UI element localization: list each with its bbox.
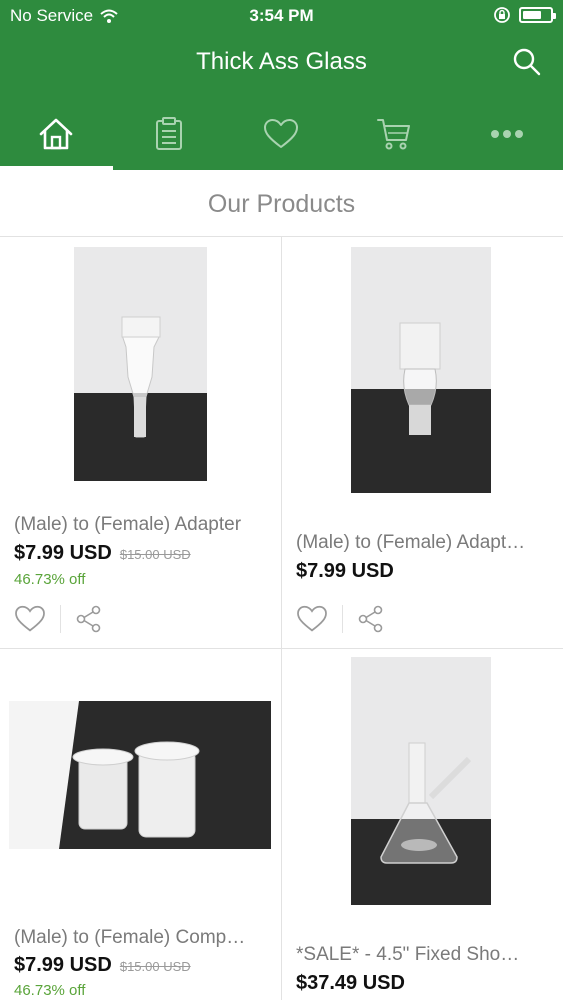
price-row: $7.99 USD $15.00 USD	[14, 542, 191, 565]
product-card[interactable]: (Male) to (Female) Adapter $7.99 USD $15…	[0, 237, 281, 648]
tab-more[interactable]	[450, 98, 563, 170]
original-price: $15.00 USD	[119, 959, 191, 974]
product-name[interactable]: *SALE* - 4.5" Fixed Sho…	[296, 944, 551, 966]
tab-home[interactable]	[0, 98, 113, 170]
product-actions	[14, 605, 103, 633]
product-card[interactable]: (Male) to (Female) Comp… $7.99 USD $15.0…	[0, 649, 281, 1000]
product-price: $7.99 USD	[14, 542, 112, 564]
original-price: $15.00 USD	[119, 547, 191, 562]
product-actions	[296, 605, 385, 633]
tab-favorites[interactable]	[225, 98, 338, 170]
search-button[interactable]	[511, 46, 543, 78]
search-icon	[513, 48, 541, 76]
product-image[interactable]	[351, 247, 491, 493]
discount-label: 46.73% off	[14, 982, 86, 999]
favorite-button[interactable]	[14, 605, 46, 633]
product-name[interactable]: (Male) to (Female) Adapter	[14, 514, 269, 536]
app-title: Thick Ass Glass	[196, 48, 367, 75]
action-separator	[60, 605, 61, 633]
share-button[interactable]	[75, 605, 103, 633]
top-bar: No Service 3:54 PM Thick Ass Glass	[0, 0, 563, 170]
tab-cart[interactable]	[338, 98, 451, 170]
discount-label: 46.73% off	[14, 571, 86, 588]
tab-bar	[0, 98, 563, 170]
heart-icon	[264, 119, 299, 148]
favorite-button[interactable]	[296, 605, 328, 633]
product-name[interactable]: (Male) to (Female) Comp…	[14, 927, 269, 949]
product-price: $7.99 USD	[296, 560, 394, 582]
product-price: $37.49 USD	[296, 972, 405, 994]
battery-icon	[519, 7, 556, 23]
product-image[interactable]	[9, 701, 271, 849]
clipboard-icon	[155, 117, 182, 150]
product-name[interactable]: (Male) to (Female) Adapt…	[296, 532, 551, 554]
price-row: $7.99 USD $15.00 USD	[14, 954, 191, 977]
product-card[interactable]: *SALE* - 4.5" Fixed Sho… $37.49 USD	[282, 649, 563, 1000]
product-price: $7.99 USD	[14, 954, 112, 976]
product-image[interactable]	[351, 657, 491, 905]
price-row: $37.49 USD	[296, 972, 405, 995]
product-card[interactable]: (Male) to (Female) Adapt… $7.99 USD	[282, 237, 563, 648]
cart-icon	[377, 119, 411, 150]
status-bar: No Service 3:54 PM	[0, 0, 563, 32]
status-right	[493, 6, 556, 24]
tab-orders[interactable]	[113, 98, 226, 170]
section-title: Our Products	[207, 190, 356, 218]
more-icon	[490, 130, 523, 138]
price-row: $7.99 USD	[296, 560, 394, 583]
rotation-lock-icon	[494, 7, 510, 23]
home-icon	[39, 118, 73, 150]
product-image[interactable]	[74, 247, 207, 481]
status-time: 3:54 PM	[249, 6, 314, 25]
action-separator	[342, 605, 343, 633]
share-button[interactable]	[357, 605, 385, 633]
